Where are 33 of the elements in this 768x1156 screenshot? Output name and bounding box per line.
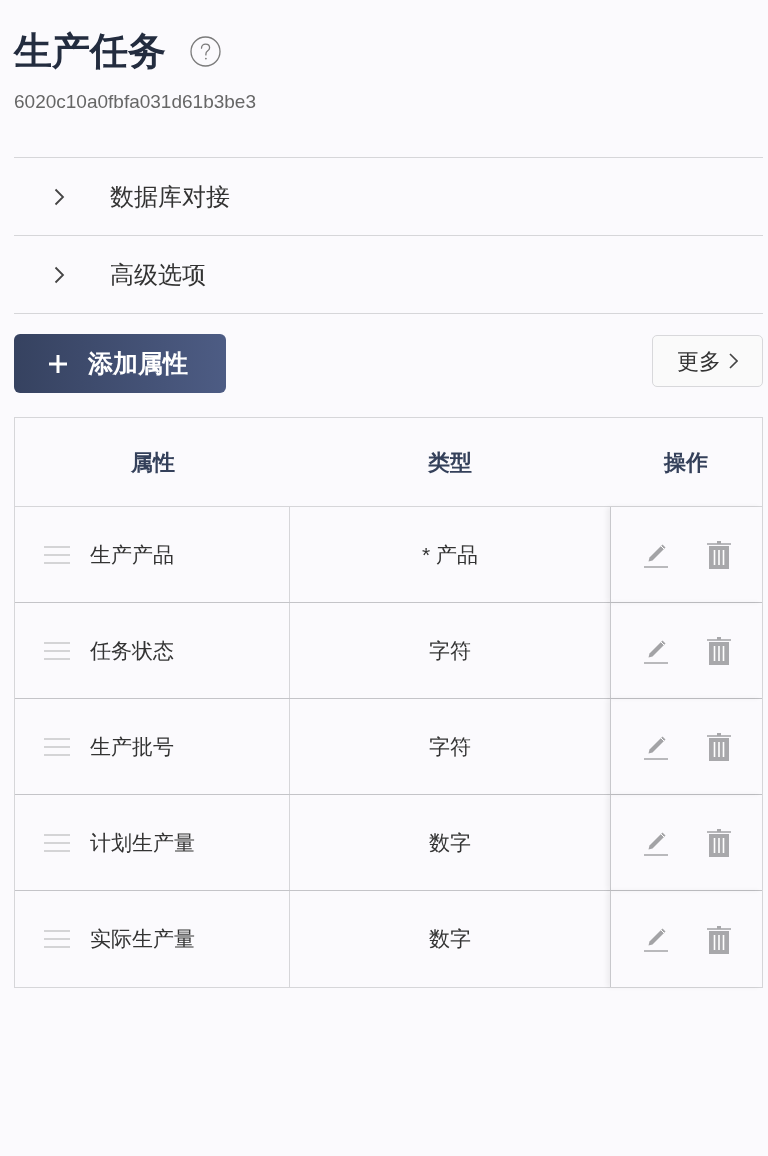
table-header-cell-text: 属性: [129, 448, 176, 477]
table-header-cell-text: 类型: [427, 448, 473, 477]
attribute-name: 实际生产量: [90, 926, 195, 953]
attribute-name: 任务状态: [90, 637, 174, 664]
drag-handle-icon[interactable]: [44, 737, 70, 756]
record-id: 6020c10a0fbfa031d61b3be3: [14, 90, 257, 114]
table-cell-text: 字符: [428, 733, 472, 760]
drag-handle-icon[interactable]: [44, 833, 70, 852]
trash-icon[interactable]: [706, 732, 732, 761]
table-cell-text: 数字: [428, 829, 472, 856]
table-header-cell-text: 操作: [662, 448, 709, 477]
trash-icon[interactable]: [706, 924, 732, 954]
plus-icon: [48, 353, 68, 374]
attribute-name: 计划生产量: [90, 829, 195, 856]
collapse-header[interactable]: 数据库对接: [14, 158, 763, 236]
drag-handle-icon[interactable]: [44, 930, 70, 948]
attribute-name: 生产产品: [90, 541, 174, 568]
trash-icon[interactable]: [706, 636, 732, 665]
trash-icon[interactable]: [706, 540, 732, 569]
table-cell-text: * 产品: [421, 541, 479, 568]
table-cell-text: 数字: [428, 926, 472, 953]
drag-handle-icon[interactable]: [44, 641, 70, 660]
more-button[interactable]: 更多: [652, 335, 763, 387]
drag-handle-icon[interactable]: [44, 545, 70, 564]
trash-icon[interactable]: [706, 828, 732, 857]
help-icon[interactable]: [190, 35, 221, 67]
table-cell-text: 字符: [428, 637, 472, 664]
chevron-icon: [729, 353, 738, 369]
collapse-header[interactable]: 高级选项: [14, 236, 763, 314]
attribute-name: 生产批号: [90, 733, 174, 760]
add-attribute-button[interactable]: 添加属性: [14, 334, 226, 393]
page-title: 生产任务: [14, 29, 166, 74]
pencil-icon[interactable]: [643, 926, 669, 952]
